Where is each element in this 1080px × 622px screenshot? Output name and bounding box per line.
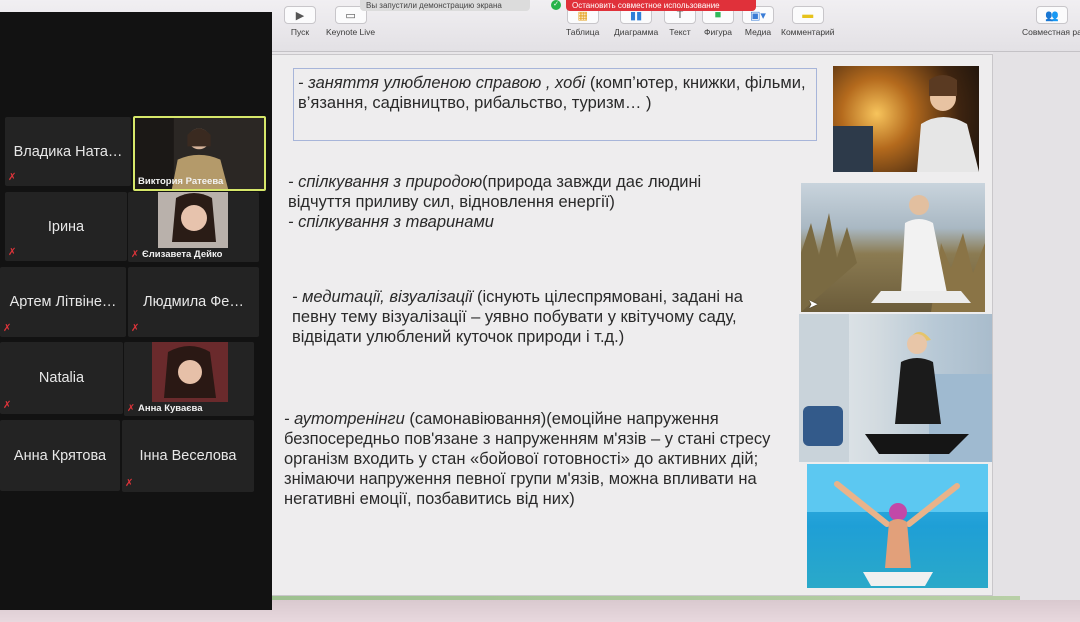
woman-laptop-photo[interactable]	[833, 66, 979, 172]
participant-tile[interactable]: ✗ Єлизавета Дейко	[128, 192, 259, 262]
collaborate-icon: 👥	[1035, 6, 1068, 24]
share-active-icon: ✓	[551, 0, 561, 10]
right-panel	[993, 52, 1080, 600]
slide-text-hobby[interactable]: - заняття улюбленою справою , хобі (комп…	[298, 73, 808, 113]
play-button[interactable]: ▶ Пуск	[284, 6, 316, 37]
mic-muted-icon: ✗	[8, 247, 17, 258]
mic-muted-icon: ✗	[125, 478, 134, 489]
slide-text-autotraining[interactable]: - аутотренінги (самонавіювання)(емоційне…	[284, 409, 790, 509]
mic-muted-icon: ✗	[127, 403, 135, 414]
woman-head	[889, 503, 907, 521]
screen-share-notice: Вы запустили демонстрацию экрана	[360, 0, 530, 11]
participant-caption: Виктория Ратеева	[138, 176, 224, 187]
mic-muted-icon: ✗	[3, 400, 12, 411]
woman-head	[907, 334, 927, 354]
woman-shorts	[863, 572, 933, 586]
play-icon: ▶	[284, 6, 316, 24]
participant-tile[interactable]: Ірина ✗	[5, 192, 127, 261]
participant-tile[interactable]: Анна Крятова	[0, 420, 120, 491]
participant-tile[interactable]: Артем Літвіне… ✗	[0, 267, 126, 337]
mic-muted-icon: ✗	[3, 323, 12, 334]
slide-text-meditation[interactable]: - медитації, візуалізації (існують цілес…	[292, 287, 782, 347]
woman-head	[909, 195, 929, 215]
woman-back	[885, 519, 911, 568]
participant-tile-active[interactable]: Виктория Ратеева	[133, 116, 266, 191]
laptop-shape	[833, 126, 873, 172]
mic-muted-icon: ✗	[131, 323, 140, 334]
slide-text-nature[interactable]: - спілкування з природою(природа завжди …	[288, 172, 768, 232]
woman-legs	[871, 291, 971, 303]
participant-tile[interactable]: Владика Ната… ✗	[5, 117, 131, 186]
woman-sweater	[917, 117, 979, 172]
mouse-cursor-icon: ➤	[808, 297, 819, 311]
woman-suit	[895, 358, 941, 424]
collaborate-button[interactable]: 👥 Совместная ра	[1022, 6, 1080, 37]
woman-office-meditation-photo[interactable]	[799, 314, 992, 462]
comment-icon: ▬	[791, 6, 824, 24]
stop-sharing-button[interactable]: Остановить совместное использование	[566, 0, 756, 11]
office-chair	[803, 406, 843, 446]
woman-hair	[929, 75, 957, 96]
mic-muted-icon: ✗	[8, 172, 17, 183]
participant-tile[interactable]: Інна Веселова ✗	[122, 420, 254, 492]
participant-tile[interactable]: Natalia ✗	[0, 342, 123, 414]
mic-muted-icon: ✗	[131, 249, 139, 260]
woman-yoga-sea-photo[interactable]	[807, 464, 988, 588]
participant-caption: ✗ Єлизавета Дейко	[131, 249, 223, 260]
comment-button[interactable]: ▬ Комментарий	[781, 6, 835, 37]
participant-tile[interactable]: ✗ Анна Куваєва	[124, 342, 254, 416]
woman-meditating-field-photo[interactable]	[801, 183, 985, 312]
participant-caption: ✗ Анна Куваєва	[127, 403, 203, 414]
participant-tile[interactable]: Людмила Фе… ✗	[128, 267, 259, 337]
